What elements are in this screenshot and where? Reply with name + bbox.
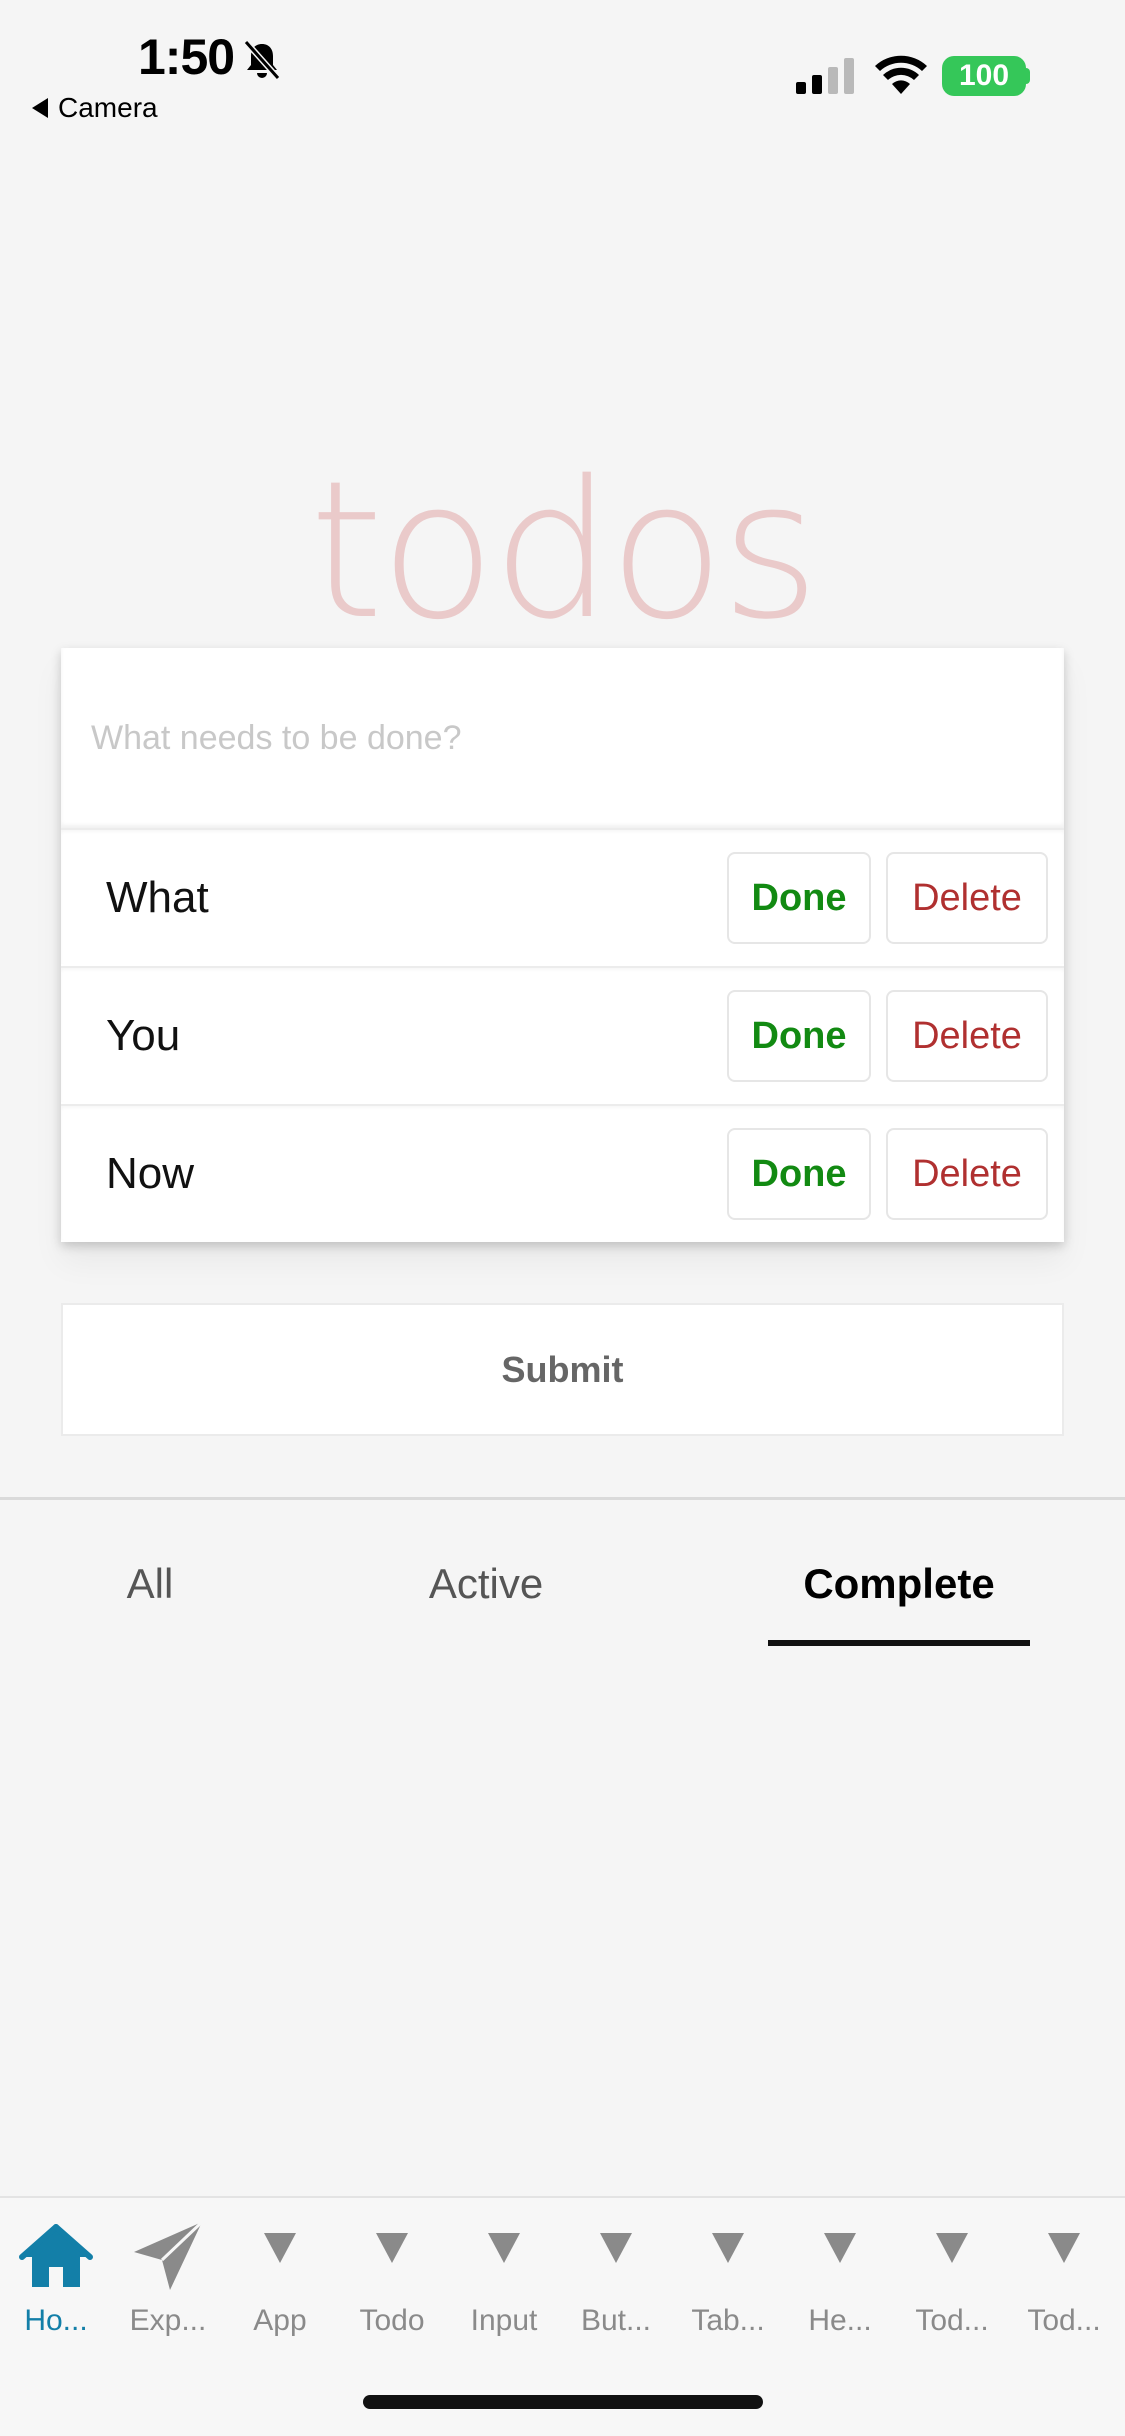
- triangle-down-icon: [672, 2220, 784, 2292]
- tab-label: App: [253, 2304, 307, 2337]
- tab-label: Ho...: [24, 2304, 88, 2337]
- tab-input[interactable]: Input: [448, 2220, 560, 2340]
- done-button[interactable]: Done: [727, 1128, 871, 1220]
- triangle-down-icon: [1008, 2220, 1120, 2292]
- triangle-down-icon: [896, 2220, 1008, 2292]
- triangle-down-icon: [336, 2220, 448, 2292]
- cellular-signal-icon: [796, 58, 854, 94]
- tab-label: Exp...: [129, 2304, 207, 2337]
- tab-tab[interactable]: Tab...: [672, 2220, 784, 2340]
- done-button[interactable]: Done: [727, 990, 871, 1082]
- status-time: 1:50: [138, 29, 235, 85]
- delete-button[interactable]: Delete: [886, 990, 1048, 1082]
- todo-card: What Done Delete You Done Delete Now Don…: [61, 648, 1064, 1242]
- selected-tab-indicator: [768, 1640, 1030, 1646]
- paper-plane-icon: [112, 2220, 224, 2292]
- todo-text: What: [106, 873, 209, 922]
- home-icon: [0, 2220, 112, 2292]
- wifi-icon: [875, 55, 927, 94]
- tab-todo-3[interactable]: Tod...: [1008, 2220, 1120, 2340]
- home-indicator[interactable]: [363, 2395, 763, 2409]
- todo-item: Now Done Delete: [61, 1104, 1064, 1240]
- battery-nub: [1024, 68, 1030, 84]
- tab-button[interactable]: But...: [560, 2220, 672, 2340]
- app-title: todos: [309, 440, 820, 661]
- tab-todo-2[interactable]: Tod...: [896, 2220, 1008, 2340]
- delete-button[interactable]: Delete: [886, 1128, 1048, 1220]
- filter-tab-complete[interactable]: Complete: [768, 1560, 1030, 1612]
- todo-item: You Done Delete: [61, 966, 1064, 1102]
- new-todo-input[interactable]: [61, 648, 1064, 828]
- tab-home[interactable]: Ho...: [0, 2220, 112, 2340]
- filter-tab-active[interactable]: Active: [400, 1560, 572, 1612]
- triangle-down-icon: [784, 2220, 896, 2292]
- tab-label: Tod...: [915, 2304, 989, 2337]
- tab-todo[interactable]: Todo: [336, 2220, 448, 2340]
- todo-item: What Done Delete: [61, 828, 1064, 964]
- tab-header[interactable]: He...: [784, 2220, 896, 2340]
- tab-label: But...: [580, 2304, 652, 2337]
- triangle-down-icon: [560, 2220, 672, 2292]
- tab-label: Tod...: [1027, 2304, 1101, 2337]
- tab-app[interactable]: App: [224, 2220, 336, 2340]
- delete-button[interactable]: Delete: [886, 852, 1048, 944]
- todo-text: Now: [106, 1149, 195, 1198]
- tab-label: Todo: [359, 2304, 425, 2337]
- back-arrow-icon: [32, 98, 48, 118]
- submit-button[interactable]: Submit: [61, 1303, 1064, 1436]
- triangle-down-icon: [448, 2220, 560, 2292]
- triangle-down-icon: [224, 2220, 336, 2292]
- section-divider: [0, 1497, 1125, 1500]
- bell-muted-icon: [243, 40, 281, 80]
- todo-text: You: [106, 1011, 181, 1060]
- battery-indicator: 100: [942, 56, 1026, 96]
- filter-tab-all[interactable]: All: [100, 1560, 200, 1612]
- back-app-label: Camera: [58, 92, 158, 123]
- tab-label: Input: [470, 2304, 538, 2337]
- done-button[interactable]: Done: [727, 852, 871, 944]
- tab-explore[interactable]: Exp...: [112, 2220, 224, 2340]
- tab-label: Tab...: [691, 2304, 765, 2337]
- back-to-app-link[interactable]: Camera: [32, 92, 158, 124]
- tab-label: He...: [808, 2304, 872, 2337]
